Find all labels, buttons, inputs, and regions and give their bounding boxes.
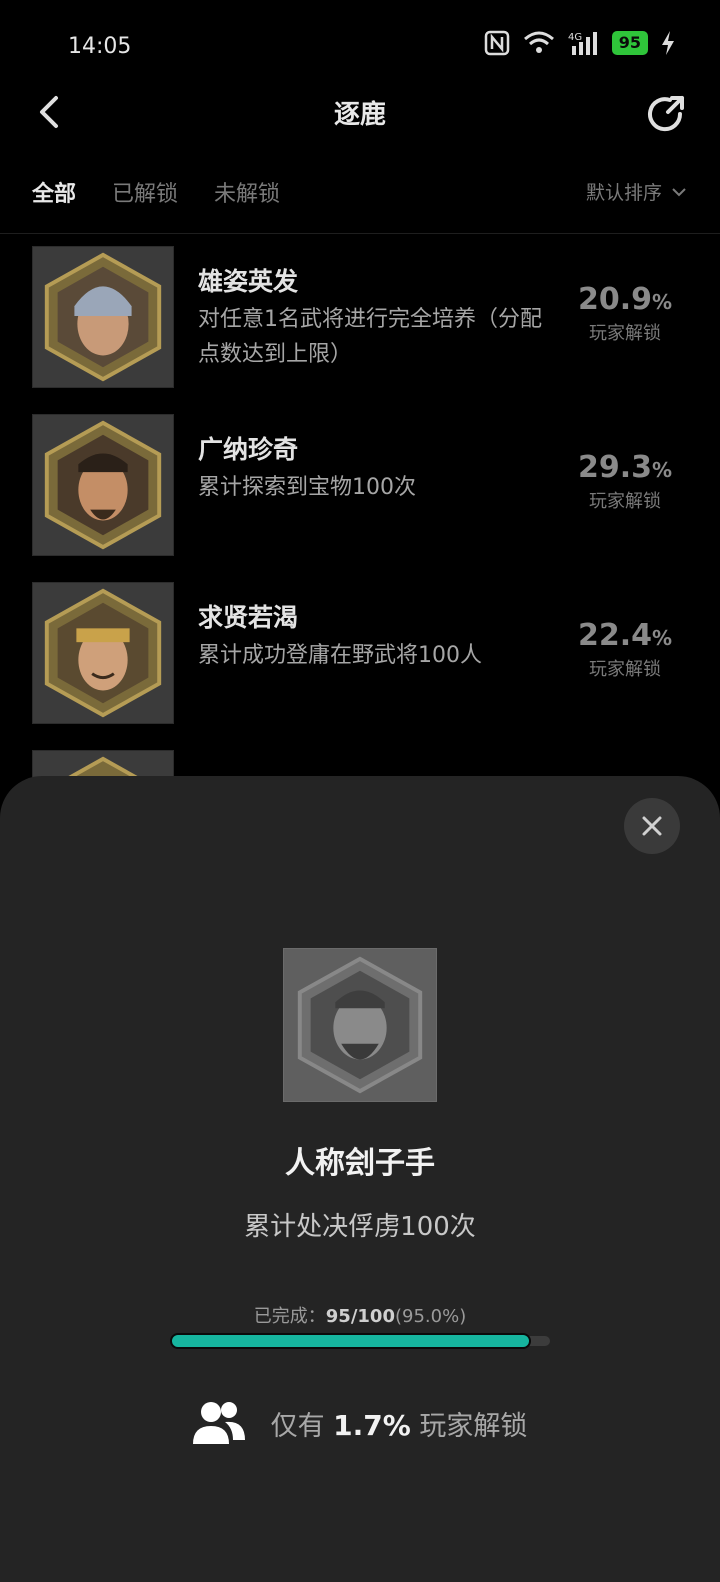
status-icons: 4G 95 <box>484 30 676 56</box>
cellular-signal-icon: 4G <box>568 32 597 55</box>
unlock-rate-unit: % <box>651 290 673 314</box>
achievement-badge-image <box>32 246 174 388</box>
tab-locked[interactable]: 未解锁 <box>214 176 280 208</box>
share-button[interactable] <box>642 90 690 138</box>
progress-percent: (95.0%) <box>394 1306 467 1327</box>
unlock-text: 仅有 1.7% 玩家解锁 <box>271 1404 528 1443</box>
close-icon <box>642 816 662 836</box>
battery-indicator: 95 <box>611 31 648 55</box>
svg-text:4G: 4G <box>568 32 582 43</box>
achievement-title: 广纳珍奇 <box>198 435 299 464</box>
unlock-rate: 22.4% 玩家解锁 <box>570 618 680 681</box>
chevron-down-icon <box>672 187 686 196</box>
sort-label: 默认排序 <box>585 182 662 204</box>
achievement-title: 求贤若渴 <box>198 603 299 632</box>
sort-dropdown[interactable]: 默认排序 <box>586 178 688 205</box>
nav-bar: 逐鹿 <box>0 80 720 144</box>
detail-desc: 累计处决俘虏100次 <box>244 1212 476 1242</box>
unlock-rate-value: 20.9 <box>577 282 652 317</box>
tab-unlocked[interactable]: 已解锁 <box>112 176 178 208</box>
charging-icon <box>662 31 674 55</box>
tab-all[interactable]: 全部 <box>32 176 76 208</box>
list-item[interactable]: 广纳珍奇 累计探索到宝物100次 29.3% 玩家解锁 <box>0 414 720 582</box>
unlock-rate-label: 玩家解锁 <box>589 323 661 344</box>
achievement-badge-image <box>32 582 174 724</box>
achievement-badge-image <box>32 414 174 556</box>
progress-value: 95/100 <box>325 1306 395 1327</box>
unlock-rate-unit: % <box>651 458 673 482</box>
list-item[interactable]: 求贤若渴 累计成功登庸在野武将100人 22.4% 玩家解锁 <box>0 582 720 750</box>
unlock-stat: 仅有 1.7% 玩家解锁 <box>0 1400 720 1446</box>
achievement-desc: 对任意1名武将进行完全培养（分配点数达到上限） <box>198 307 542 367</box>
detail-title: 人称刽子手 <box>285 1146 435 1181</box>
achievement-detail-sheet: 人称刽子手 累计处决俘虏100次 已完成：95/100(95.0%) 仅有 1.… <box>0 776 720 1582</box>
nfc-icon <box>484 30 509 56</box>
progress-text: 已完成：95/100(95.0%) <box>0 1302 720 1328</box>
achievement-desc: 累计成功登庸在野武将100人 <box>198 643 482 668</box>
close-button[interactable] <box>624 798 680 854</box>
users-icon <box>192 1402 245 1444</box>
unlock-rate-label: 玩家解锁 <box>589 491 661 512</box>
unlock-rate-unit: % <box>651 626 673 650</box>
unlock-rate-label: 玩家解锁 <box>589 659 661 680</box>
list-item[interactable]: 雄姿英发 对任意1名武将进行完全培养（分配点数达到上限） 20.9% 玩家解锁 <box>0 246 720 414</box>
filter-tabs: 全部 已解锁 未解锁 默认排序 <box>32 176 688 216</box>
page-title: 逐鹿 <box>333 100 386 130</box>
unlock-rate-value: 29.3 <box>577 450 652 485</box>
wifi-icon <box>523 31 554 53</box>
achievement-desc: 累计探索到宝物100次 <box>198 475 416 500</box>
unlock-rate: 29.3% 玩家解锁 <box>570 450 680 513</box>
progress-fill <box>170 1333 531 1349</box>
achievement-detail-image <box>283 948 437 1102</box>
unlock-prefix: 仅有 <box>270 1410 325 1442</box>
progress-bar <box>170 1333 550 1349</box>
share-icon <box>648 96 684 132</box>
unlock-rate: 20.9% 玩家解锁 <box>570 282 680 345</box>
status-time: 14:05 <box>68 34 132 59</box>
unlock-percent: 1.7% <box>333 1408 411 1442</box>
unlock-rate-value: 22.4 <box>577 618 652 653</box>
achievement-title: 雄姿英发 <box>198 267 299 296</box>
unlock-suffix: 玩家解锁 <box>419 1410 528 1442</box>
progress-label: 已完成： <box>253 1306 326 1327</box>
divider <box>0 233 720 234</box>
